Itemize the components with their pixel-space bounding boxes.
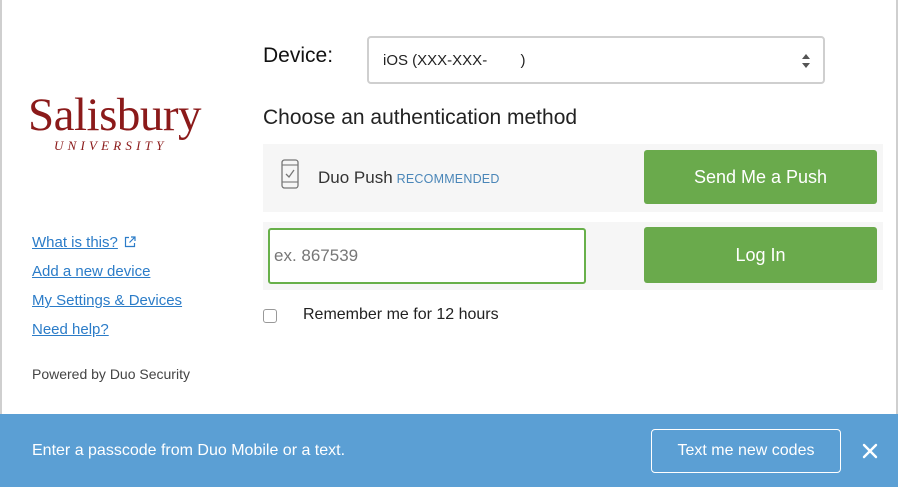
device-select[interactable]: iOS (XXX-XXX- ) <box>367 36 825 84</box>
device-select-value: iOS (XXX-XXX- ) <box>383 52 526 69</box>
auth-method-title: Choose an authentication method <box>263 106 578 129</box>
duo-push-label: Duo Push RECOMMENDED <box>318 168 500 188</box>
device-label: Device: <box>263 44 334 67</box>
notice-message: Enter a passcode from Duo Mobile or a te… <box>32 442 346 459</box>
duo-push-row: Duo Push RECOMMENDED Send Me a Push <box>263 144 883 212</box>
select-arrows-icon <box>801 52 811 70</box>
log-in-button[interactable]: Log In <box>644 227 877 283</box>
logo-wordmark: Salisbury <box>28 89 202 141</box>
my-settings-devices-link[interactable]: My Settings & Devices <box>32 290 182 319</box>
phone-check-icon <box>281 159 299 189</box>
what-is-this-label: What is this? <box>32 234 118 251</box>
sidebar-links: What is this? Add a new device My Settin… <box>32 232 182 348</box>
recommended-badge: RECOMMENDED <box>396 172 500 186</box>
send-push-button[interactable]: Send Me a Push <box>644 150 877 204</box>
duo-auth-frame: Salisbury UNIVERSITY What is this? Add a… <box>0 0 898 487</box>
passcode-row: Log In <box>263 222 883 290</box>
need-help-link[interactable]: Need help? <box>32 319 182 348</box>
passcode-input[interactable] <box>268 228 586 284</box>
notice-bar: Enter a passcode from Duo Mobile or a te… <box>0 414 898 487</box>
remember-me-label: Remember me for 12 hours <box>303 306 499 323</box>
add-new-device-link[interactable]: Add a new device <box>32 261 182 290</box>
remember-me-checkbox[interactable] <box>263 309 277 323</box>
duo-push-text: Duo Push <box>318 168 393 187</box>
logo-subtitle: UNIVERSITY <box>54 138 168 153</box>
powered-by-text: Powered by Duo Security <box>32 366 190 382</box>
external-link-icon <box>124 233 136 255</box>
text-me-new-codes-button[interactable]: Text me new codes <box>651 429 841 473</box>
what-is-this-link[interactable]: What is this? <box>32 232 182 261</box>
close-icon[interactable] <box>862 443 878 459</box>
salisbury-logo: Salisbury UNIVERSITY <box>26 92 226 160</box>
